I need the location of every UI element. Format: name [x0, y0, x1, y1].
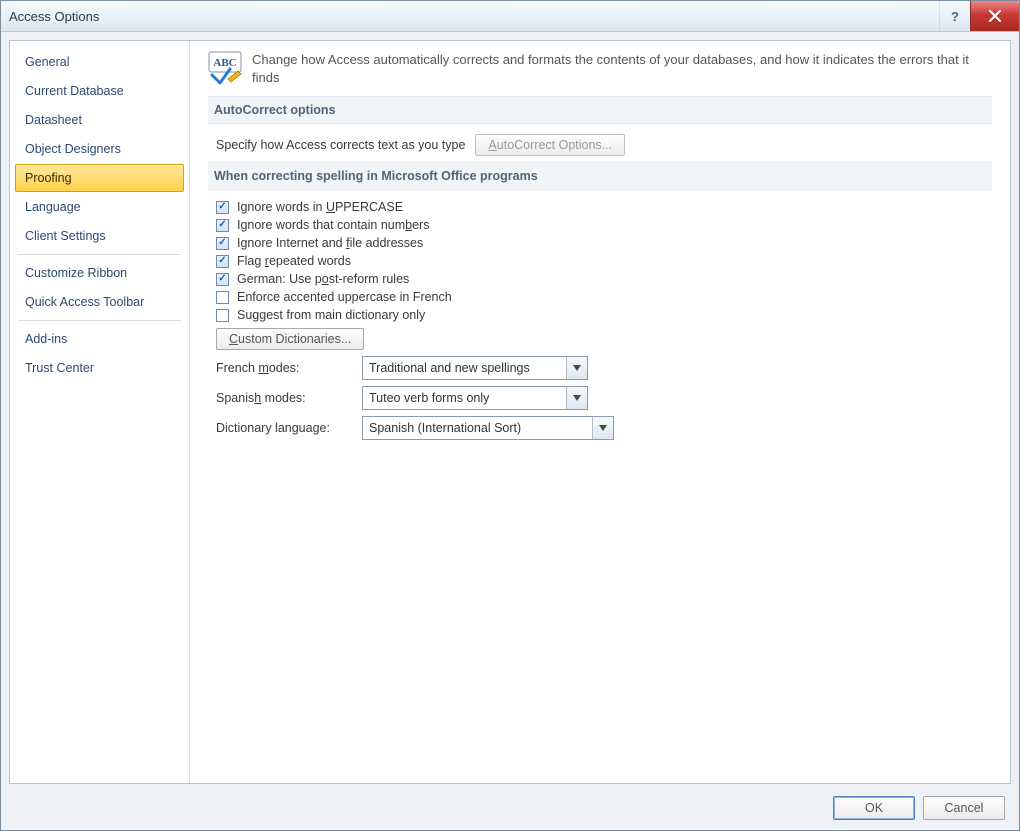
- sidebar-item-client-settings[interactable]: Client Settings: [15, 222, 184, 250]
- checkbox-label: Flag repeated words: [237, 254, 351, 268]
- hero: ABC Change how Access automatically corr…: [208, 51, 992, 86]
- dictionary-language-select[interactable]: Spanish (International Sort): [362, 416, 614, 440]
- check-french-accented-uppercase[interactable]: Enforce accented uppercase in French: [216, 290, 992, 304]
- check-ignore-internet-file[interactable]: Ignore Internet and file addresses: [216, 236, 992, 250]
- sidebar-item-customize-ribbon[interactable]: Customize Ribbon: [15, 259, 184, 287]
- dictionary-language-row: Dictionary language: Spanish (Internatio…: [216, 416, 992, 440]
- sidebar-item-current-database[interactable]: Current Database: [15, 77, 184, 105]
- french-modes-select[interactable]: Traditional and new spellings: [362, 356, 588, 380]
- sidebar-item-quick-access-toolbar[interactable]: Quick Access Toolbar: [15, 288, 184, 316]
- checkbox-label: Ignore Internet and file addresses: [237, 236, 423, 250]
- sidebar-item-language[interactable]: Language: [15, 193, 184, 221]
- sidebar-item-trust-center[interactable]: Trust Center: [15, 354, 184, 382]
- checkbox-label: Ignore words in UPPERCASE: [237, 200, 403, 214]
- hero-text: Change how Access automatically corrects…: [252, 51, 992, 86]
- check-german-post-reform[interactable]: German: Use post-reform rules: [216, 272, 992, 286]
- ok-button[interactable]: OK: [833, 796, 915, 820]
- checkbox[interactable]: [216, 219, 229, 232]
- autocorrect-options-button[interactable]: AutoCorrect Options...: [475, 134, 625, 156]
- chevron-down-icon: [592, 417, 613, 439]
- sidebar: General Current Database Datasheet Objec…: [10, 41, 190, 783]
- proofing-hero-icon: ABC: [208, 51, 242, 85]
- sidebar-separator: [18, 254, 181, 255]
- content-pane: ABC Change how Access automatically corr…: [190, 41, 1010, 783]
- sidebar-separator: [18, 320, 181, 321]
- select-value: Traditional and new spellings: [369, 361, 530, 375]
- sidebar-item-datasheet[interactable]: Datasheet: [15, 106, 184, 134]
- checkbox[interactable]: [216, 291, 229, 304]
- custom-dictionaries-button[interactable]: Custom Dictionaries...: [216, 328, 364, 350]
- autocorrect-row: Specify how Access corrects text as you …: [216, 134, 992, 156]
- spanish-modes-row: Spanish modes: Tuteo verb forms only: [216, 386, 992, 410]
- checkbox[interactable]: [216, 309, 229, 322]
- help-button[interactable]: ?: [939, 1, 970, 31]
- sidebar-item-proofing[interactable]: Proofing: [15, 164, 184, 192]
- chevron-down-icon: [566, 387, 587, 409]
- sidebar-item-add-ins[interactable]: Add-ins: [15, 325, 184, 353]
- svg-text:ABC: ABC: [213, 57, 236, 69]
- dialog-body: General Current Database Datasheet Objec…: [1, 32, 1019, 830]
- custom-dictionaries-row: Custom Dictionaries...: [216, 328, 992, 350]
- sidebar-item-object-designers[interactable]: Object Designers: [15, 135, 184, 163]
- checkbox[interactable]: [216, 273, 229, 286]
- titlebar: Access Options ?: [1, 1, 1019, 32]
- checkbox-label: Enforce accented uppercase in French: [237, 290, 452, 304]
- close-icon: [988, 10, 1002, 22]
- autocorrect-specify-label: Specify how Access corrects text as you …: [216, 138, 465, 152]
- check-flag-repeated[interactable]: Flag repeated words: [216, 254, 992, 268]
- titlebar-controls: ?: [939, 1, 1019, 31]
- checkbox[interactable]: [216, 255, 229, 268]
- checkbox-label: Suggest from main dictionary only: [237, 308, 425, 322]
- spanish-modes-label: Spanish modes:: [216, 391, 354, 405]
- panes: General Current Database Datasheet Objec…: [9, 40, 1011, 784]
- dialog-footer: OK Cancel: [9, 792, 1011, 822]
- section-header-autocorrect: AutoCorrect options: [208, 96, 992, 124]
- dictionary-language-label: Dictionary language:: [216, 421, 354, 435]
- checkbox-label: German: Use post-reform rules: [237, 272, 409, 286]
- chevron-down-icon: [566, 357, 587, 379]
- select-value: Tuteo verb forms only: [369, 391, 489, 405]
- sidebar-item-general[interactable]: General: [15, 48, 184, 76]
- cancel-button[interactable]: Cancel: [923, 796, 1005, 820]
- checkbox-label: Ignore words that contain numbers: [237, 218, 429, 232]
- section-header-spelling: When correcting spelling in Microsoft Of…: [208, 162, 992, 190]
- access-options-window: Access Options ? General Current Databas…: [0, 0, 1020, 831]
- window-title: Access Options: [9, 9, 99, 24]
- select-value: Spanish (International Sort): [369, 421, 521, 435]
- checkbox[interactable]: [216, 201, 229, 214]
- spanish-modes-select[interactable]: Tuteo verb forms only: [362, 386, 588, 410]
- french-modes-row: French modes: Traditional and new spelli…: [216, 356, 992, 380]
- check-ignore-numbers[interactable]: Ignore words that contain numbers: [216, 218, 992, 232]
- check-suggest-main-dict-only[interactable]: Suggest from main dictionary only: [216, 308, 992, 322]
- close-button[interactable]: [970, 1, 1019, 31]
- check-ignore-uppercase[interactable]: Ignore words in UPPERCASE: [216, 200, 992, 214]
- french-modes-label: French modes:: [216, 361, 354, 375]
- checkbox[interactable]: [216, 237, 229, 250]
